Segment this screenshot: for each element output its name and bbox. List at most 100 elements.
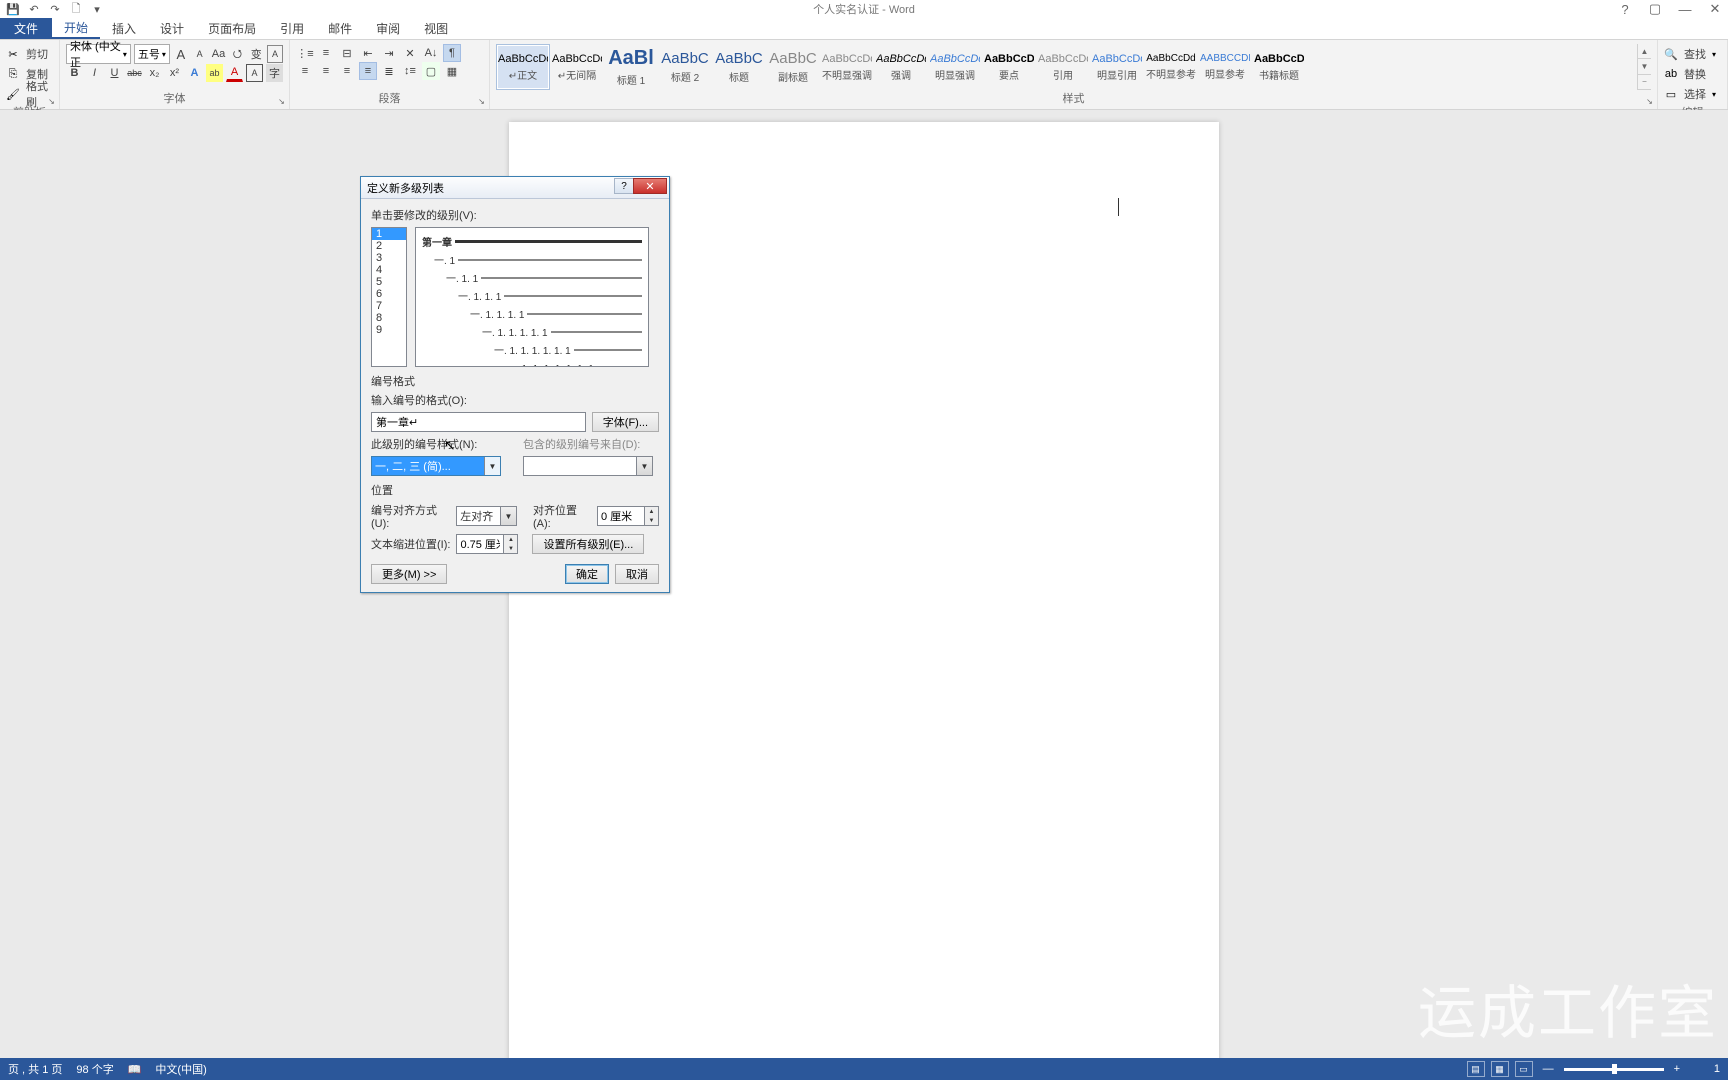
select-button[interactable]: 选择 [1681, 84, 1709, 104]
tab-insert[interactable]: 插入 [100, 18, 148, 39]
proofing-button[interactable]: 📖 [128, 1063, 142, 1076]
strike-button[interactable]: abc [126, 64, 143, 82]
char-border-button[interactable]: A [246, 64, 263, 82]
language-button[interactable]: 中文(中国) [155, 1061, 206, 1077]
align-at-spinner[interactable]: ▲▼ [597, 506, 659, 526]
gallery-down-button[interactable]: ▼ [1638, 59, 1651, 74]
style-item-14[interactable]: AaBbCcDd书籍标题 [1252, 44, 1306, 90]
style-item-2[interactable]: AaBl标题 1 [604, 44, 658, 90]
tab-design[interactable]: 设计 [148, 18, 196, 39]
distribute-button[interactable]: ≣ [380, 62, 398, 80]
format-input[interactable] [371, 412, 586, 432]
web-view-button[interactable]: ▭ [1515, 1061, 1533, 1077]
zoom-slider[interactable] [1564, 1068, 1664, 1071]
more-button[interactable]: 更多(M) >> [371, 564, 447, 584]
level-option-3[interactable]: 3 [372, 252, 406, 264]
tab-home[interactable]: 开始 [52, 18, 100, 39]
help-button[interactable]: ? [1617, 1, 1633, 17]
style-item-13[interactable]: AABBCCDD明显参考 [1198, 44, 1252, 90]
grow-font-button[interactable]: A [173, 45, 189, 63]
spin-down[interactable]: ▼ [645, 516, 658, 525]
minimize-button[interactable]: — [1677, 1, 1693, 17]
page-indicator[interactable]: 页 , 共 1 页 [8, 1061, 62, 1077]
multilevel-button[interactable]: ⊟ [338, 44, 356, 62]
style-item-9[interactable]: AaBbCcDd要点 [982, 44, 1036, 90]
level-option-2[interactable]: 2 [372, 240, 406, 252]
clipboard-launcher[interactable]: ↘ [46, 96, 57, 107]
tab-file[interactable]: 文件 [0, 18, 52, 39]
font-button[interactable]: 字体(F)... [592, 412, 659, 432]
asian-layout-button[interactable]: ✕ [401, 44, 419, 62]
show-marks-button[interactable]: ¶ [443, 44, 461, 62]
spin-down[interactable]: ▼ [504, 544, 517, 553]
dialog-help-button[interactable]: ? [614, 178, 634, 194]
style-item-0[interactable]: AaBbCcDd↵正文 [496, 44, 550, 90]
gallery-more-button[interactable]: ⎯ [1638, 75, 1651, 90]
level-option-6[interactable]: 6 [372, 288, 406, 300]
underline-button[interactable]: U [106, 64, 123, 82]
italic-button[interactable]: I [86, 64, 103, 82]
style-item-7[interactable]: AaBbCcDd强调 [874, 44, 928, 90]
font-launcher[interactable]: ↘ [276, 96, 287, 107]
find-button[interactable]: 查找 [1681, 44, 1709, 64]
styles-launcher[interactable]: ↘ [1644, 96, 1655, 107]
paragraph-launcher[interactable]: ↘ [476, 96, 487, 107]
char-shading-button[interactable]: 字 [266, 64, 283, 82]
new-doc-button[interactable]: 🗋 [68, 1, 84, 17]
cut-button[interactable]: 剪切 [23, 44, 51, 64]
number-style-combo[interactable]: 一, 二, 三 (简)... ▼ [371, 456, 501, 476]
style-item-3[interactable]: AaBbC标题 2 [658, 44, 712, 90]
change-case-button[interactable]: Aa [211, 45, 227, 63]
level-listbox[interactable]: 123456789 [371, 227, 407, 367]
print-view-button[interactable]: ▦ [1491, 1061, 1509, 1077]
level-option-5[interactable]: 5 [372, 276, 406, 288]
save-button[interactable]: 💾 [5, 1, 21, 17]
phonetic-button[interactable]: 变 [248, 45, 264, 63]
superscript-button[interactable]: x² [166, 64, 183, 82]
shading-button[interactable]: ▢ [422, 62, 440, 80]
text-effects-button[interactable]: A [186, 64, 203, 82]
style-item-11[interactable]: AaBbCcDd明显引用 [1090, 44, 1144, 90]
read-view-button[interactable]: ▤ [1467, 1061, 1485, 1077]
numbering-button[interactable]: ≡ [317, 44, 335, 62]
align-combo[interactable]: 左对齐▼ [456, 506, 517, 526]
indent-input[interactable] [456, 534, 504, 554]
tab-review[interactable]: 审阅 [364, 18, 412, 39]
word-count[interactable]: 98 个字 [76, 1061, 113, 1077]
tab-mailings[interactable]: 邮件 [316, 18, 364, 39]
line-spacing-button[interactable]: ↕≡ [401, 62, 419, 80]
justify-button[interactable]: ≡ [359, 62, 377, 80]
align-right-button[interactable]: ≡ [338, 62, 356, 80]
sort-button[interactable]: A↓ [422, 44, 440, 62]
tab-view[interactable]: 视图 [412, 18, 460, 39]
align-at-input[interactable] [597, 506, 645, 526]
font-color-button[interactable]: A [226, 64, 243, 82]
style-item-12[interactable]: AaBbCcDd不明显参考 [1144, 44, 1198, 90]
qat-customize-button[interactable]: ▾ [89, 1, 105, 17]
increase-indent-button[interactable]: ⇥ [380, 44, 398, 62]
align-left-button[interactable]: ≡ [296, 62, 314, 80]
zoom-value[interactable]: 1 [1690, 1063, 1720, 1075]
ok-button[interactable]: 确定 [565, 564, 609, 584]
spin-up[interactable]: ▲ [645, 507, 658, 516]
close-button[interactable]: ✕ [1707, 1, 1723, 17]
level-option-9[interactable]: 9 [372, 324, 406, 336]
ribbon-options-button[interactable]: ▢ [1647, 1, 1663, 17]
gallery-up-button[interactable]: ▲ [1638, 44, 1651, 59]
redo-button[interactable]: ↷ [47, 1, 63, 17]
spin-up[interactable]: ▲ [504, 535, 517, 544]
level-option-7[interactable]: 7 [372, 300, 406, 312]
set-all-levels-button[interactable]: 设置所有级别(E)... [532, 534, 644, 554]
bullets-button[interactable]: ⋮≡ [296, 44, 314, 62]
align-center-button[interactable]: ≡ [317, 62, 335, 80]
style-item-4[interactable]: AaBbC标题 [712, 44, 766, 90]
shrink-font-button[interactable]: A [192, 45, 208, 63]
tab-references[interactable]: 引用 [268, 18, 316, 39]
subscript-button[interactable]: x₂ [146, 64, 163, 82]
level-option-1[interactable]: 1 [372, 228, 406, 240]
decrease-indent-button[interactable]: ⇤ [359, 44, 377, 62]
dialog-titlebar[interactable]: 定义新多级列表 ? ✕ [361, 177, 669, 199]
enclose-button[interactable]: A [267, 45, 283, 63]
font-family-combo[interactable]: 宋体 (中文正▾ [66, 44, 131, 64]
style-item-1[interactable]: AaBbCcDd↵无间隔 [550, 44, 604, 90]
